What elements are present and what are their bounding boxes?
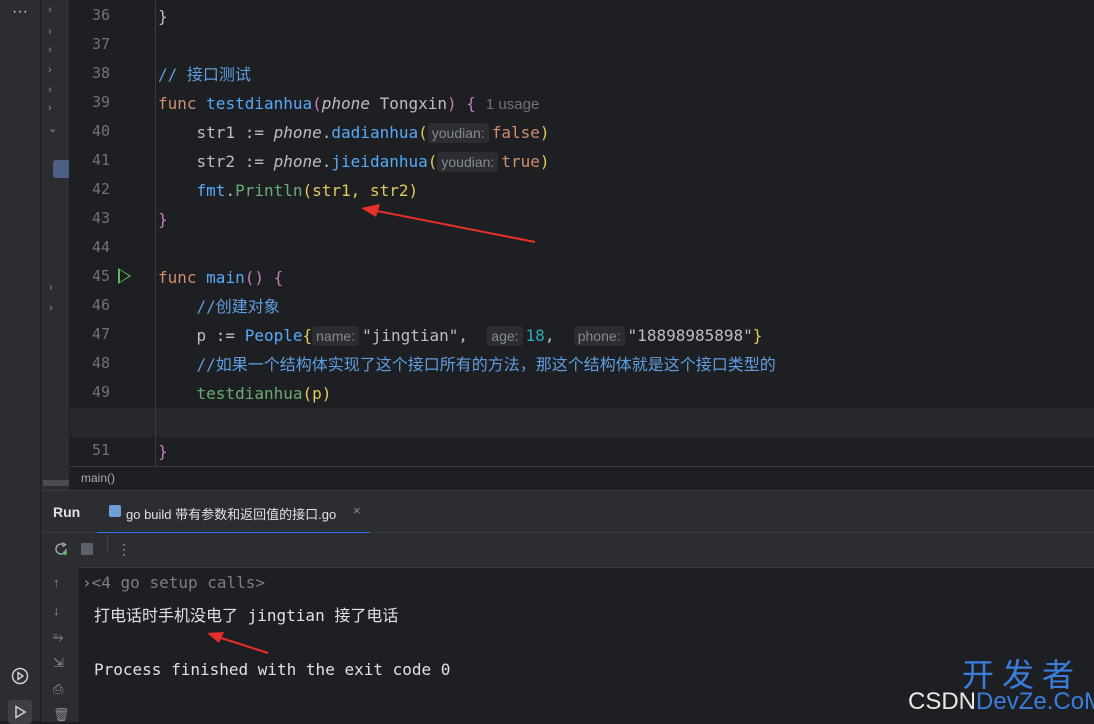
annotation-arrows [207,204,536,654]
watermark-en: CSDNDevZe.CoM [908,688,1094,716]
annotation-arrow-head [207,632,224,643]
annotation-arrow-line [371,209,536,243]
watermark-devze: DevZe.CoM [976,688,1094,715]
annotation-arrow-head [361,204,380,217]
watermark-csdn: CSDN [908,688,977,715]
watermark: 开发者 CSDNDevZe.CoM [908,650,1094,721]
annotation-arrow-line [217,636,269,654]
